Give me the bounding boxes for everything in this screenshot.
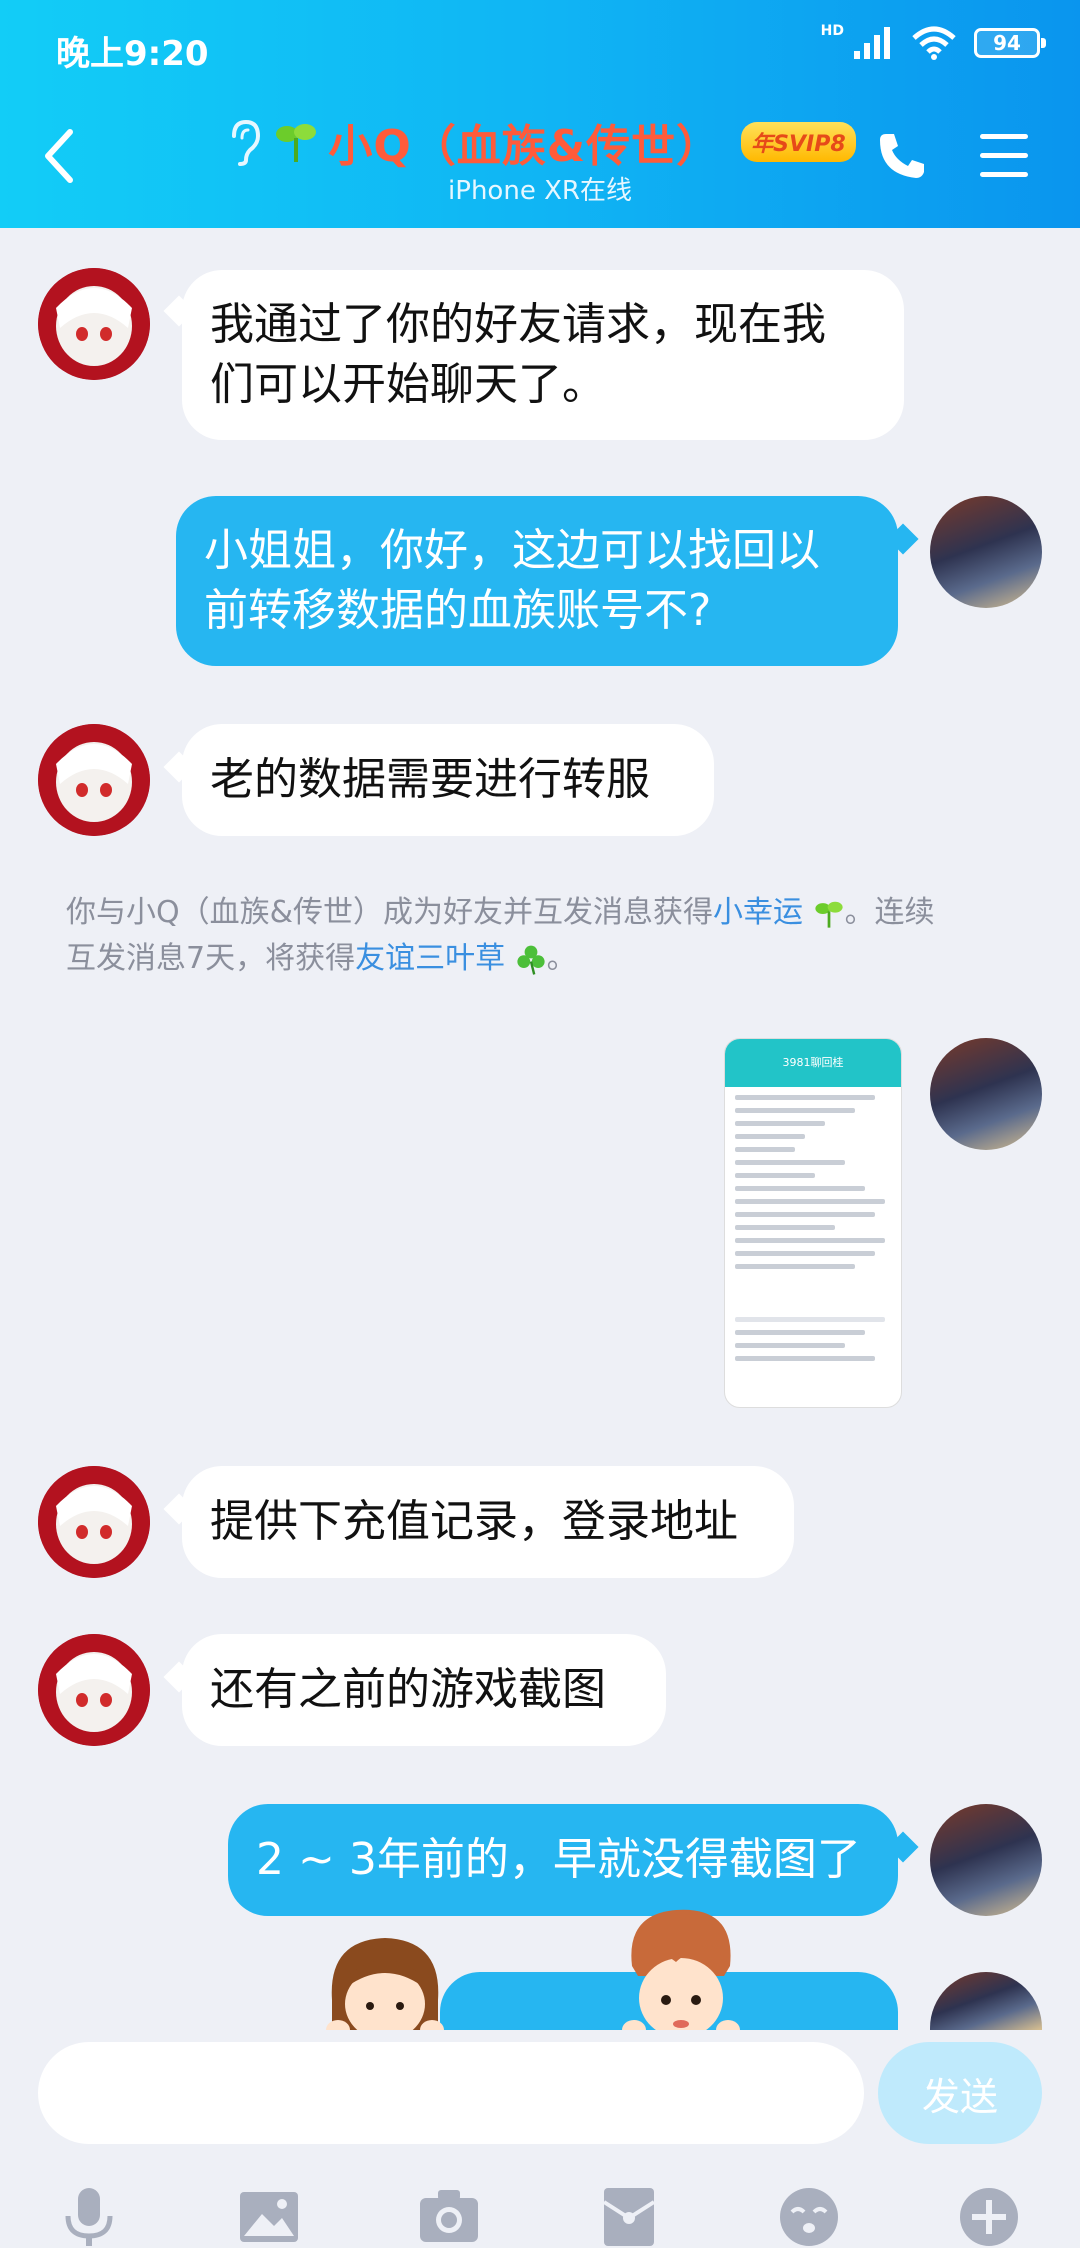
message-bubble[interactable]: 2 ~ 3年前的，早就没得截图了 [228, 1804, 898, 1916]
message-text: 们可以开始聊天了。 [210, 359, 606, 410]
system-text: 。连续 [844, 895, 935, 930]
sprout-icon [276, 124, 317, 162]
camera-icon[interactable] [416, 2184, 482, 2248]
avatar[interactable] [930, 1038, 1042, 1150]
avatar[interactable] [38, 1634, 150, 1746]
message-bubble[interactable]: 还有之前的游戏截图 [182, 1634, 666, 1746]
input-area: 发送 [0, 2030, 1080, 2248]
svip-badge[interactable]: 年SVIP8 [741, 122, 856, 162]
message-input[interactable] [38, 2042, 864, 2144]
hd-label: HD [820, 23, 844, 39]
message-text: 2 ~ 3年前的，早就没得截图了 [256, 1834, 861, 1885]
image-icon[interactable] [236, 2184, 302, 2248]
message-text: 我通过了你的好友请求，现在我 [210, 299, 826, 350]
message-text: 提供下充值记录，登录地址 [210, 1496, 738, 1547]
avatar[interactable] [38, 724, 150, 836]
contact-avatar-image [38, 724, 150, 836]
input-toolbar [0, 2160, 1080, 2248]
clover-link[interactable]: 友谊三叶草 [355, 941, 505, 976]
ear-icon[interactable] [224, 118, 264, 166]
system-message: 你与小Q（血族&传世）成为好友并互发消息获得小幸运 。连续 互发消息7天，将获得… [66, 890, 1016, 982]
system-text: 互发消息7天，将获得 [66, 941, 356, 976]
contact-avatar-image [38, 1634, 150, 1746]
system-text: 。 [546, 941, 577, 976]
emoji-icon[interactable] [776, 2184, 842, 2248]
message-text: 老的数据需要进行转服 [210, 754, 650, 805]
message-bubble[interactable]: 老的数据需要进行转服 [182, 724, 714, 836]
menu-icon[interactable] [980, 134, 1028, 178]
image-message[interactable]: 3981聊回桂 [724, 1038, 902, 1408]
image-title: 3981聊回桂 [725, 1039, 901, 1087]
system-text: 你与小Q（血族&传世）成为好友并互发消息获得 [66, 895, 714, 930]
microphone-icon[interactable] [56, 2184, 122, 2248]
message-text: 还有之前的游戏截图 [210, 1664, 606, 1715]
lucky-link[interactable]: 小幸运 [713, 895, 803, 930]
status-icons: HD 94 [820, 23, 1046, 60]
message-text: 前转移数据的血族账号不? [204, 585, 712, 636]
cartoon-boy-icon [622, 1909, 740, 2040]
wifi-icon [912, 26, 956, 60]
red-packet-icon[interactable] [596, 2184, 662, 2248]
send-button[interactable]: 发送 [878, 2042, 1042, 2144]
avatar[interactable] [930, 496, 1042, 608]
avatar[interactable] [930, 1804, 1042, 1916]
message-text: 小姐姐，你好，这边可以找回以 [204, 525, 820, 576]
message-bubble[interactable]: 小姐姐，你好，这边可以找回以 前转移数据的血族账号不? [176, 496, 898, 666]
chat-header: 晚上9:20 HD 94 小Q（血族&传世） 年SVIP8 iPhone XR在… [0, 0, 1080, 228]
signal-icon [854, 27, 890, 59]
chat-title[interactable]: 小Q（血族&传世） [328, 110, 721, 174]
battery-indicator: 94 [974, 28, 1046, 58]
avatar[interactable] [930, 1972, 1042, 2030]
contact-avatar-image [38, 1466, 150, 1578]
plus-icon[interactable] [956, 2184, 1022, 2248]
status-time: 晚上9:20 [56, 34, 209, 74]
avatar[interactable] [38, 1466, 150, 1578]
message-bubble[interactable]: 我通过了你的好友请求，现在我 们可以开始聊天了。 [182, 270, 904, 440]
phone-icon[interactable] [876, 130, 928, 182]
avatar[interactable] [38, 268, 150, 380]
clover-icon [517, 945, 545, 975]
message-bubble[interactable]: 提供下充值记录，登录地址 [182, 1466, 794, 1578]
cartoon-girl-icon [326, 1938, 444, 2040]
contact-avatar-image [38, 268, 150, 380]
sprout-icon [814, 901, 843, 928]
